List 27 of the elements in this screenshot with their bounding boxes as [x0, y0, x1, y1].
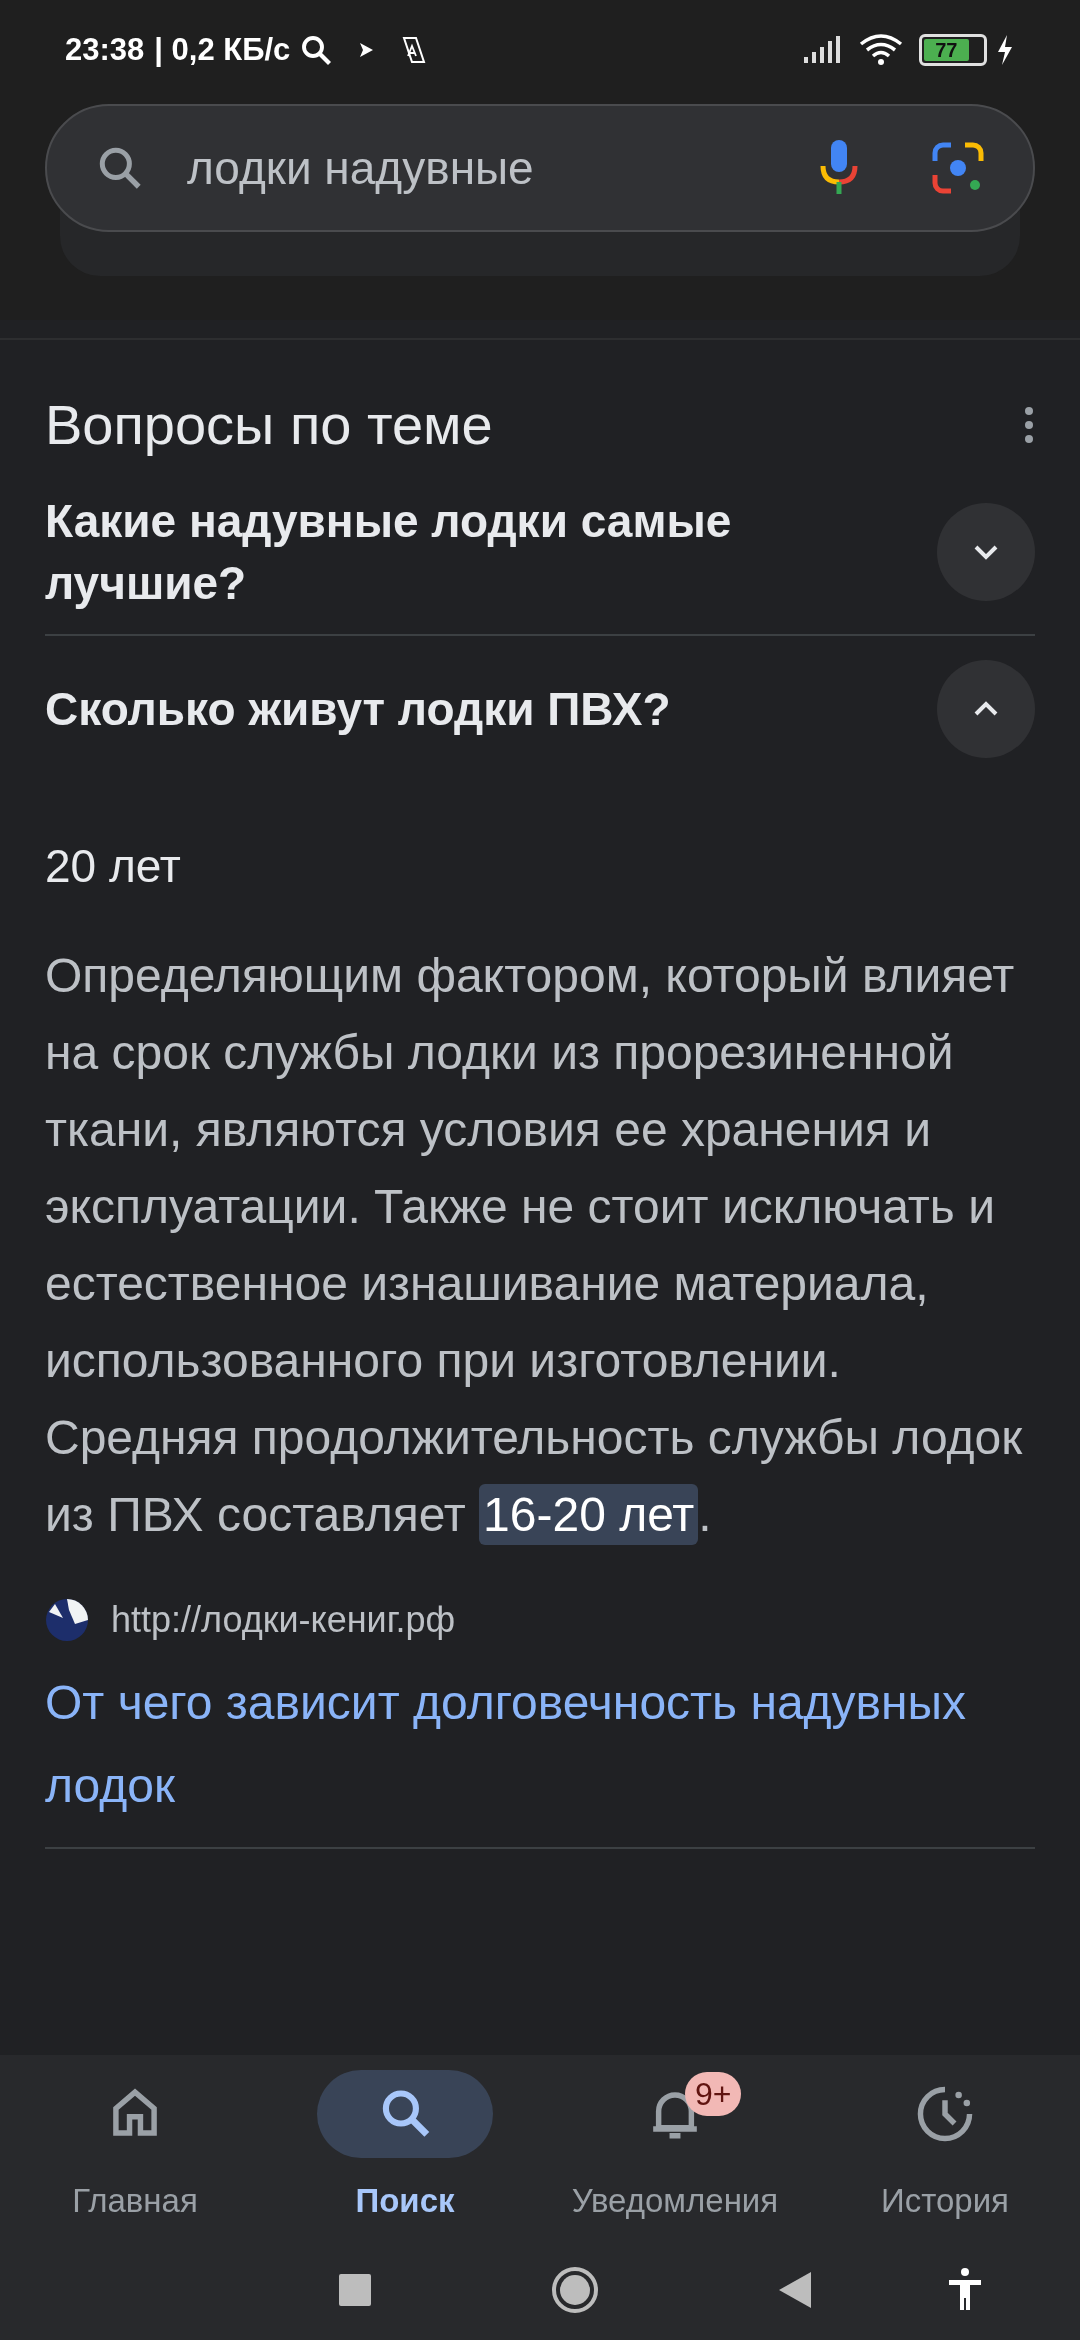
search-field[interactable]: лодки надувные: [45, 104, 1035, 232]
back-icon[interactable]: [779, 2272, 811, 2308]
question-text: Какие надувные лодки самые лучшие?: [45, 494, 733, 612]
battery-level: 77: [935, 40, 958, 60]
answer-title: 20 лет: [45, 839, 182, 895]
nav-tab[interactable]: История: [810, 2070, 1080, 2240]
nav-tab[interactable]: Главная: [0, 2070, 270, 2240]
question-row[interactable]: Какие надувные лодки самые лучшие?: [45, 470, 1035, 637]
nav-tab[interactable]: 9+ Уведомления: [540, 2070, 810, 2240]
site-favicon-icon: [45, 1598, 89, 1643]
notification-badge: 9+: [685, 2072, 742, 2116]
camera-icon[interactable]: [931, 141, 985, 195]
section-title: Вопросы по теме: [45, 392, 494, 458]
answer-paragraph: Определяющим фактором, который влияет на срок службы лодки из прорезиненной ткани, являются условия ее хранения и эксплуатации. Также не стоит исключать и естественное изнашивание материала, использованного при изготовлении. Средняя продолжительность службы лодок из ПВХ составляет 16-20 лет.: [45, 937, 1035, 1554]
question-row[interactable]: Сколько живут лодки ПВХ?: [45, 636, 1035, 783]
result-link[interactable]: От чего зависит долговечность надувных лодок: [45, 1661, 1035, 1850]
question-text: Сколько живут лодки ПВХ?: [45, 682, 672, 738]
network-speed: | 0,2 КБ/с: [154, 30, 291, 69]
history-icon: [915, 2084, 975, 2144]
more-options-icon[interactable]: [1023, 405, 1035, 445]
clock: 23:38: [65, 30, 145, 69]
signal-icon: [803, 35, 843, 65]
source-url: http://лодки-кениг.рф: [111, 1598, 456, 1643]
home-icon[interactable]: [550, 2265, 600, 2315]
nav-tab[interactable]: Поиск: [270, 2070, 540, 2240]
charging-icon: [995, 34, 1015, 66]
wifi-icon: [859, 34, 903, 66]
